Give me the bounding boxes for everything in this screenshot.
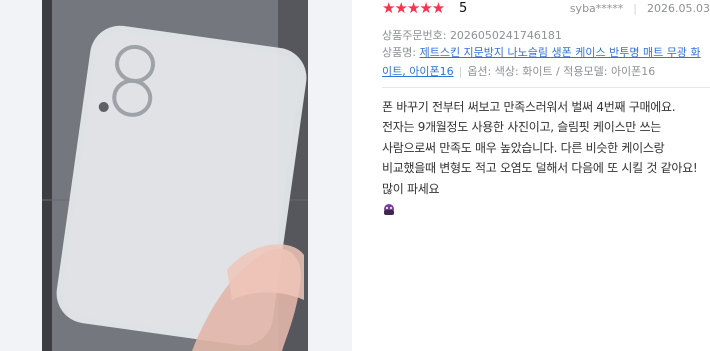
review-card: ★★★★★ 5 syba***** | 2026.05.03 상품주문번호: 202… [352, 0, 710, 351]
meta-divider: | [633, 2, 638, 15]
star-rating: ★★★★★ [382, 0, 445, 17]
review-date: 2026.05.03 [647, 2, 710, 15]
review-photo-pane [0, 0, 352, 351]
product-options: 옵션: 색상: 화이트 / 적용모델: 아이폰16 [467, 65, 656, 78]
review-meta: syba***** | 2026.05.03 [570, 2, 710, 15]
review-photo[interactable] [42, 0, 308, 351]
order-number-line: 상품주문번호: 2026050241746181 [382, 27, 562, 43]
product-divider: | [458, 65, 463, 78]
product-line: 상품명: 제트스킨 지문방지 나노슬림 생폰 케이스 반투명 매트 무광 화이트… [382, 43, 704, 81]
rating-row: ★★★★★ 5 syba***** | 2026.05.03 [382, 0, 710, 18]
phone-case-photo-illustration [42, 0, 308, 351]
order-number-value: 2026050241746181 [449, 29, 562, 42]
mascot-emoji-icon [382, 202, 396, 216]
section-divider [382, 87, 710, 88]
order-number-label: 상품주문번호: [382, 29, 447, 42]
review-text: 폰 바꾸기 전부터 써보고 만족스러워서 벌써 4번째 구매에요. 전자는 9개… [382, 100, 698, 196]
review-body: 폰 바꾸기 전부터 써보고 만족스러워서 벌써 4번째 구매에요. 전자는 9개… [382, 97, 708, 222]
rating-score: 5 [459, 1, 468, 16]
reviewer-name: syba***** [569, 2, 624, 15]
product-label: 상품명: [382, 46, 417, 59]
